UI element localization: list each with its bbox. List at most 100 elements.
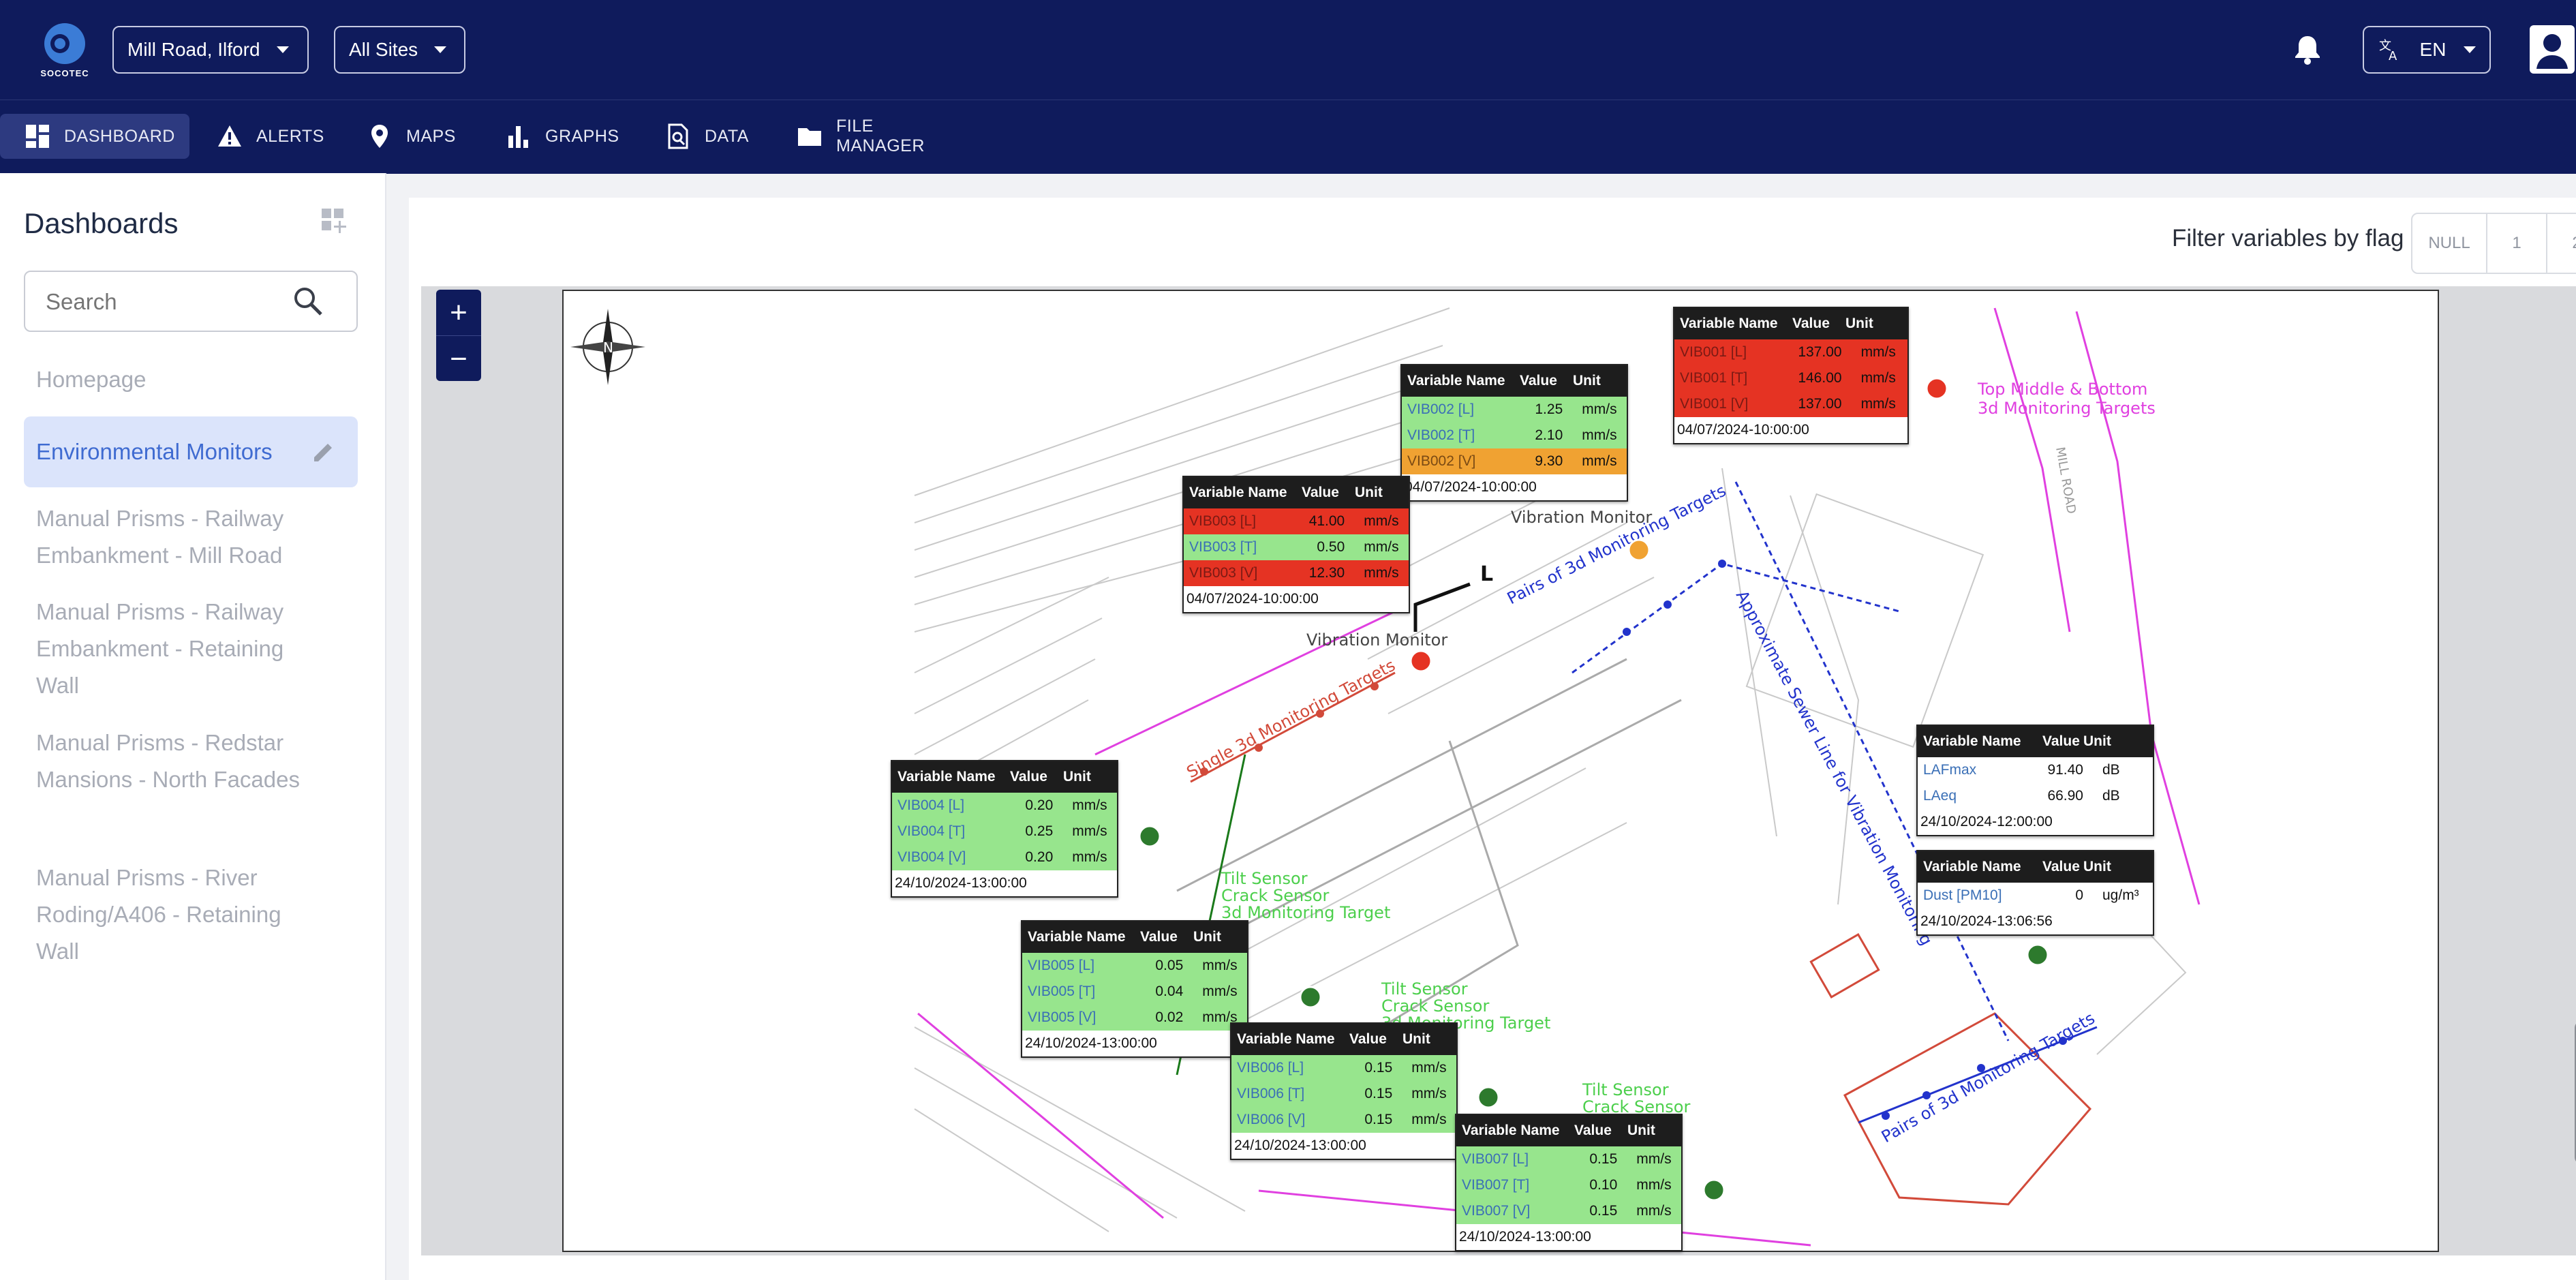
tooltip-header-row: Variable Name Value Unit (1674, 308, 1907, 339)
tooltip-data-row[interactable]: VIB006 [V] 0.15 mm/s (1231, 1107, 1456, 1133)
tooltip-data-row[interactable]: VIB003 [T] 0.50 mm/s (1184, 534, 1409, 560)
chevron-down-icon (276, 46, 289, 53)
bell-icon[interactable] (2288, 31, 2327, 69)
header-value: Value (2042, 859, 2080, 874)
sidebar-item-environmental-monitors[interactable]: Environmental Monitors (24, 416, 358, 487)
flag-1-button[interactable]: 1 (2486, 213, 2547, 274)
variable-value: 137.00 (1798, 396, 1842, 412)
header-variable-name: Variable Name (1680, 316, 1778, 331)
tooltip-data-row[interactable]: VIB007 [V] 0.15 mm/s (1456, 1198, 1681, 1224)
header-variable-name: Variable Name (1237, 1031, 1335, 1047)
sidebar-item-river-roding[interactable]: Manual Prisms - River Roding/A406 - Reta… (24, 859, 310, 970)
marker-orange-icon[interactable] (1627, 538, 1651, 562)
tooltip-data-row[interactable]: VIB001 [V] 137.00 mm/s (1674, 391, 1907, 417)
marker-green-icon[interactable] (1702, 1178, 1726, 1202)
tooltip-data-row[interactable]: VIB001 [T] 146.00 mm/s (1674, 365, 1907, 391)
chevron-down-icon (434, 46, 447, 53)
nav-label: DATA (705, 126, 749, 146)
nav-alerts[interactable]: ALERTS (192, 114, 328, 159)
top-middle-bottom-label: Top Middle & Bottom (1977, 380, 2147, 399)
vib004-tooltip[interactable]: Variable Name Value Unit VIB004 [L] 0.20 mm/s… (891, 760, 1118, 898)
tilt-sensor-label: Tilt Sensor (1381, 979, 1468, 999)
noise-tooltip[interactable]: Variable Name Value Unit LAFmax 91.40 dB LAeq 6… (1916, 725, 2154, 836)
tooltip-data-row[interactable]: LAFmax 91.40 dB (1918, 757, 2153, 783)
tooltip-data-row[interactable]: VIB007 [T] 0.10 mm/s (1456, 1172, 1681, 1198)
tooltip-data-row[interactable]: VIB004 [V] 0.20 mm/s (892, 844, 1117, 870)
vib007-tooltip[interactable]: Variable Name Value Unit VIB007 [L] 0.15 mm/s… (1455, 1114, 1683, 1251)
marker-green-icon[interactable] (1477, 1086, 1500, 1109)
marker-green-icon[interactable] (1299, 986, 1322, 1009)
user-avatar-icon[interactable] (2528, 24, 2576, 75)
variable-name: VIB007 [V] (1462, 1203, 1531, 1219)
vib006-tooltip[interactable]: Variable Name Value Unit VIB006 [L] 0.15 mm/s… (1230, 1022, 1458, 1160)
marker-red-icon[interactable] (1409, 650, 1432, 673)
3d-target-label: 3d Monitoring Target (1221, 903, 1390, 922)
add-dashboard-icon[interactable] (320, 207, 349, 236)
sidebar-item-railway-retaining-wall[interactable]: Manual Prisms - Railway Embankment - Ret… (24, 594, 310, 704)
sidebar-item-redstar-mansions[interactable]: Manual Prisms - Redstar Mansions - North… (24, 725, 310, 798)
marker-red-icon[interactable] (1925, 377, 1948, 400)
tooltip-data-row[interactable]: VIB003 [V] 12.30 mm/s (1184, 560, 1409, 586)
tooltip-data-row[interactable]: VIB006 [L] 0.15 mm/s (1231, 1055, 1456, 1081)
translate-icon: 文 A (2379, 39, 2397, 62)
tooltip-data-row[interactable]: LAeq 66.90 dB (1918, 783, 2153, 809)
marker-green-icon[interactable] (1138, 825, 1161, 848)
pencil-icon[interactable] (311, 440, 336, 464)
tooltip-data-row[interactable]: VIB004 [T] 0.25 mm/s (892, 819, 1117, 844)
vib001-tooltip[interactable]: Variable Name Value Unit VIB001 [L] 137.00 mm… (1673, 307, 1909, 444)
tooltip-data-row[interactable]: VIB003 [L] 41.00 mm/s (1184, 508, 1409, 534)
nav-graphs[interactable]: GRAPHS (481, 114, 624, 159)
chevron-down-icon (2464, 46, 2476, 53)
zoom-out-button[interactable]: − (436, 336, 481, 382)
variable-unit: mm/s (1860, 344, 1896, 360)
nav-label: GRAPHS (545, 126, 619, 146)
tooltip-data-row[interactable]: VIB005 [T] 0.04 mm/s (1022, 979, 1247, 1005)
tooltip-data-row[interactable]: Dust [PM10] 0 ug/m³ (1918, 883, 2153, 909)
tooltip-data-row[interactable]: VIB006 [T] 0.15 mm/s (1231, 1081, 1456, 1107)
tooltip-data-row[interactable]: VIB002 [T] 2.10 mm/s (1402, 423, 1627, 448)
variable-value: 0 (2075, 887, 2083, 903)
vib005-tooltip[interactable]: Variable Name Value Unit VIB005 [L] 0.05 mm/s… (1021, 920, 1248, 1058)
variable-unit: mm/s (1636, 1151, 1672, 1167)
scope-select[interactable]: All Sites (334, 26, 465, 74)
nav-maps[interactable]: MAPS (342, 114, 465, 159)
tooltip-data-row[interactable]: VIB001 [L] 137.00 mm/s (1674, 339, 1907, 365)
tooltip-data-row[interactable]: VIB004 [L] 0.20 mm/s (892, 793, 1117, 819)
main-nav: DASHBOARD ALERTS MAPS GRAPHS DATA FILE M… (0, 100, 2576, 174)
tooltip-data-row[interactable]: VIB002 [L] 1.25 mm/s (1402, 397, 1627, 423)
variable-unit: mm/s (1202, 958, 1238, 973)
variable-name: VIB001 [L] (1680, 344, 1747, 360)
dust-tooltip[interactable]: Variable Name Value Unit Dust [PM10] 0 ug/m³ 2… (1916, 850, 2154, 936)
variable-name: VIB005 [T] (1028, 984, 1096, 999)
variable-value: 1.25 (1535, 401, 1563, 417)
dashboard-search[interactable] (24, 271, 358, 332)
language-select[interactable]: 文 A EN (2363, 26, 2491, 74)
tooltip-data-row[interactable]: VIB002 [V] 9.30 mm/s (1402, 448, 1627, 474)
vib003-tooltip[interactable]: Variable Name Value Unit VIB003 [L] 41.00 mm/… (1182, 476, 1410, 613)
search-icon[interactable] (291, 284, 325, 318)
flag-2-button[interactable]: 2 (2546, 213, 2576, 274)
marker-green-icon[interactable] (2026, 943, 2049, 966)
variable-value: 66.90 (2047, 788, 2083, 804)
tooltip-data-row[interactable]: VIB005 [L] 0.05 mm/s (1022, 953, 1247, 979)
zoom-in-button[interactable]: + (436, 290, 481, 336)
variable-value: 0.25 (1025, 823, 1054, 839)
logo-text: SOCOTEC (40, 68, 89, 78)
nav-dashboard[interactable]: DASHBOARD (0, 114, 189, 159)
variable-value: 12.30 (1308, 565, 1345, 581)
variable-value: 91.40 (2047, 762, 2083, 778)
flag-null-button[interactable]: NULL (2411, 213, 2487, 274)
tooltip-data-row[interactable]: VIB005 [V] 0.02 mm/s (1022, 1005, 1247, 1031)
variable-value: 0.50 (1317, 539, 1345, 555)
nav-data[interactable]: DATA (641, 114, 763, 159)
folder-icon (798, 128, 821, 146)
variable-name: VIB001 [T] (1680, 370, 1748, 386)
sidebar-item-homepage[interactable]: Homepage (24, 361, 358, 398)
nav-file-manager[interactable]: FILE MANAGER (772, 114, 977, 159)
site-select[interactable]: Mill Road, Ilford (112, 26, 309, 74)
search-input[interactable] (25, 272, 306, 332)
tooltip-data-row[interactable]: VIB007 [L] 0.15 mm/s (1456, 1146, 1681, 1172)
sidebar-item-railway-mill-road[interactable]: Manual Prisms - Railway Embankment - Mil… (24, 500, 310, 574)
filter-label: Filter variables by flag (2172, 225, 2404, 252)
vib002-tooltip[interactable]: Variable Name Value Unit VIB002 [L] 1.25 mm/s… (1400, 364, 1628, 502)
